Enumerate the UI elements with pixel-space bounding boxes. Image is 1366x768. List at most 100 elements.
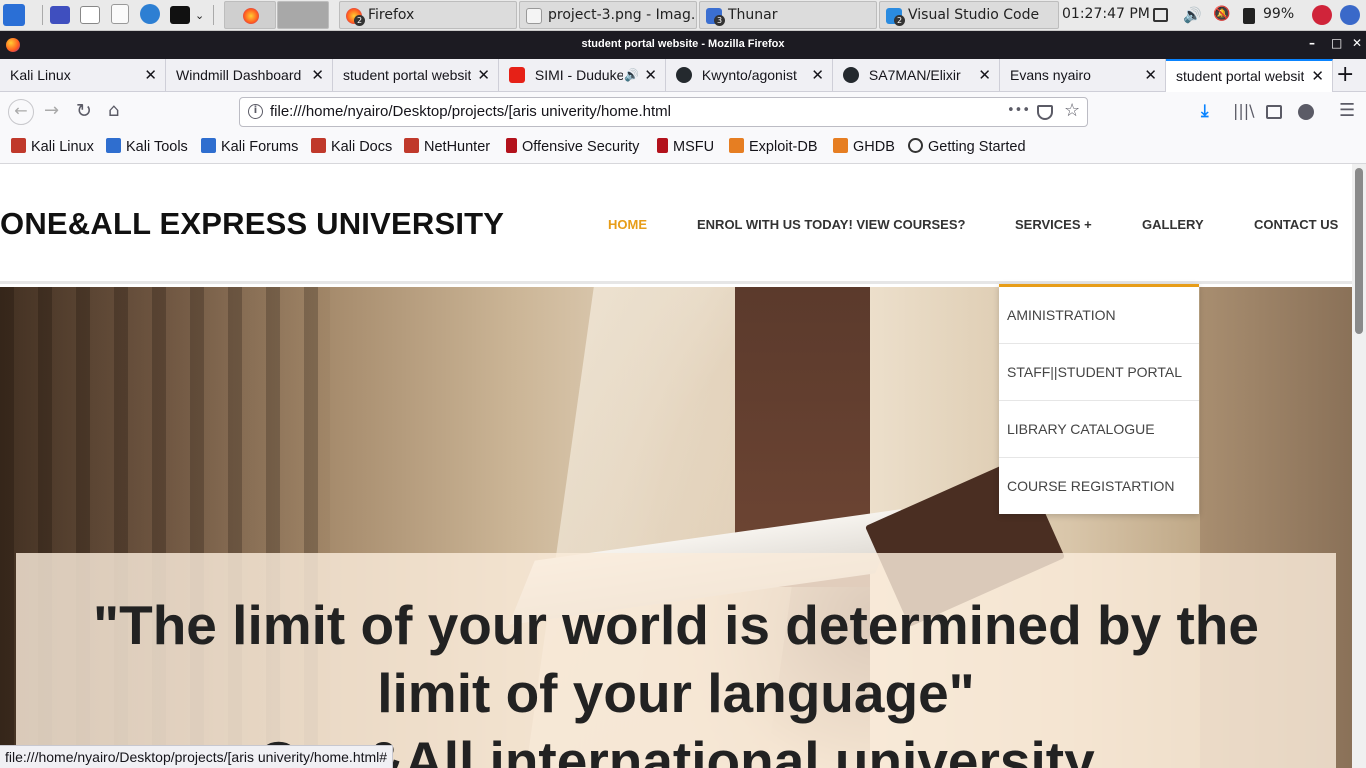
minimize-icon[interactable]: – (1309, 36, 1315, 50)
pocket-icon[interactable] (1037, 105, 1053, 120)
maximize-icon[interactable]: □ (1331, 36, 1342, 50)
file-manager-icon[interactable] (80, 6, 100, 24)
task-thunar[interactable]: 3 Thunar (699, 1, 877, 29)
bookmark-kali-forums[interactable]: Kali Forums (201, 138, 298, 155)
nav-home[interactable]: HOME (608, 217, 647, 232)
task-vscode[interactable]: 2 Visual Studio Code (879, 1, 1059, 29)
notifications-muted-icon[interactable]: 🔕 (1213, 6, 1231, 24)
logout-icon[interactable] (1340, 5, 1360, 25)
window-count-badge: 2 (894, 15, 905, 26)
nav-contact[interactable]: CONTACT US (1254, 217, 1338, 232)
page-scrollbar[interactable] (1352, 164, 1366, 768)
tab-label: Kwynto/agonist (701, 67, 797, 83)
bookmark-label: Getting Started (928, 139, 1026, 155)
library-icon[interactable]: |||\ (1233, 101, 1255, 120)
tab-youtube-simi[interactable]: SIMI - Duduke 🔊 ✕ (499, 59, 666, 92)
bookmark-label: Offensive Security (522, 139, 640, 155)
hamburger-menu-icon[interactable]: ☰ (1339, 100, 1355, 121)
dropdown-item-library[interactable]: LIBRARY CATALOGUE (999, 401, 1199, 458)
dropdown-item-course-registration[interactable]: COURSE REGISTARTION (999, 458, 1199, 515)
tab-label: Windmill Dashboard (176, 67, 302, 83)
bookmark-offensive-security[interactable]: Offensive Security (506, 138, 639, 155)
address-bar[interactable]: i file:///home/nyairo/Desktop/projects/[… (239, 97, 1088, 127)
bookmark-kali-docs[interactable]: Kali Docs (311, 138, 392, 155)
kali-menu-icon[interactable] (3, 4, 25, 26)
home-icon[interactable]: ⌂ (108, 100, 119, 122)
workspace-2[interactable] (277, 1, 329, 29)
lock-icon[interactable] (1312, 5, 1332, 25)
bookmark-msfu[interactable]: MSFU (657, 138, 714, 155)
tab-github-agonist[interactable]: Kwynto/agonist ✕ (666, 59, 833, 92)
info-icon[interactable]: i (248, 104, 263, 119)
audio-playing-icon[interactable]: 🔊 (624, 59, 639, 92)
chevron-down-icon[interactable]: ⌄ (195, 5, 204, 27)
url-text[interactable]: file:///home/nyairo/Desktop/projects/[ar… (270, 103, 671, 120)
text-editor-icon[interactable] (111, 4, 129, 24)
close-tab-icon[interactable]: ✕ (978, 59, 991, 92)
dropdown-item-administration[interactable]: AMINISTRATION (999, 287, 1199, 344)
kali-dragon-icon (404, 138, 419, 153)
page-viewport: ONE&ALL EXPRESS UNIVERSITY HOME ENROL WI… (0, 164, 1352, 768)
kali-dragon-icon (11, 138, 26, 153)
nav-enrol[interactable]: ENROL WITH US TODAY! VIEW COURSES? (697, 217, 965, 232)
close-tab-icon[interactable]: ✕ (1144, 59, 1157, 92)
tab-label: student portal website (1176, 68, 1304, 84)
extension-icon[interactable] (1298, 104, 1314, 120)
downloads-icon[interactable]: ⤓ (1201, 101, 1209, 121)
desktop-icon[interactable] (50, 6, 70, 24)
new-tab-button[interactable]: + (1336, 62, 1354, 87)
close-tab-icon[interactable]: ✕ (1311, 61, 1324, 92)
battery-percentage: 99% (1263, 6, 1295, 22)
bookmark-exploit-db[interactable]: Exploit-DB (729, 138, 818, 155)
workspace-1[interactable] (224, 1, 276, 29)
nav-services[interactable]: SERVICES + (1015, 217, 1092, 232)
close-tab-icon[interactable]: ✕ (311, 59, 324, 92)
nav-gallery[interactable]: GALLERY (1142, 217, 1204, 232)
close-icon[interactable]: ✕ (1352, 36, 1362, 50)
tab-student-portal-active[interactable]: student portal website ✕ (1166, 59, 1333, 92)
bookmark-star-icon[interactable]: ☆ (1064, 100, 1080, 121)
bookmark-label: Kali Tools (126, 139, 188, 155)
terminal-icon[interactable] (170, 6, 190, 24)
scrollbar-thumb[interactable] (1355, 168, 1363, 334)
close-tab-icon[interactable]: ✕ (644, 59, 657, 92)
battery-icon[interactable] (1243, 8, 1255, 24)
bookmark-ghdb[interactable]: GHDB (833, 138, 895, 155)
bookmark-getting-started[interactable]: Getting Started (908, 138, 1026, 155)
task-firefox[interactable]: 2 Firefox (339, 1, 517, 29)
tab-kali-linux[interactable]: Kali Linux ✕ (0, 59, 166, 92)
close-tab-icon[interactable]: ✕ (477, 59, 490, 92)
site-brand[interactable]: ONE&ALL EXPRESS UNIVERSITY (0, 206, 504, 242)
sidebar-icon[interactable] (1266, 105, 1282, 119)
quote-line: "The limit of your world is determined b… (93, 594, 1259, 656)
bookmark-label: Kali Forums (221, 139, 299, 155)
back-arrow-icon[interactable]: ← (8, 99, 34, 125)
clock[interactable]: 01:27:47 PM (1062, 6, 1150, 22)
taskbar-separator (42, 5, 43, 25)
tab-github-elixir[interactable]: SA7MAN/Elixir ✕ (833, 59, 1000, 92)
bookmark-label: MSFU (673, 139, 715, 155)
browser-globe-icon[interactable] (140, 4, 160, 24)
bookmark-kali-linux[interactable]: Kali Linux (11, 138, 94, 155)
reload-icon[interactable]: ↻ (76, 100, 92, 122)
bookmark-nethunter[interactable]: NetHunter (404, 138, 490, 155)
dropdown-item-portal[interactable]: STAFF||STUDENT PORTAL (999, 344, 1199, 401)
forward-arrow-icon[interactable]: → (44, 100, 59, 122)
task-image-viewer[interactable]: project-3.png - Imag... (519, 1, 697, 29)
page-actions-icon[interactable]: ••• (1007, 103, 1030, 118)
close-tab-icon[interactable]: ✕ (144, 59, 157, 92)
volume-icon[interactable]: 🔊 (1183, 6, 1202, 24)
window-titlebar: student portal website - Mozilla Firefox… (0, 31, 1366, 59)
hero-quote-box: "The limit of your world is determined b… (16, 553, 1336, 768)
tab-strip: Kali Linux ✕ Windmill Dashboard ✕ studen… (0, 59, 1366, 92)
tab-windmill-dashboard[interactable]: Windmill Dashboard ✕ (166, 59, 333, 92)
bookmark-kali-tools[interactable]: Kali Tools (106, 138, 188, 155)
bookmark-label: NetHunter (424, 139, 491, 155)
tab-evans-nyairo[interactable]: Evans nyairo ✕ (1000, 59, 1166, 92)
close-tab-icon[interactable]: ✕ (811, 59, 824, 92)
display-icon[interactable] (1153, 8, 1168, 22)
tab-label: SA7MAN/Elixir (868, 67, 961, 83)
tab-student-portal[interactable]: student portal website ✕ (333, 59, 499, 92)
taskbar-separator (213, 5, 214, 25)
tab-label: Evans nyairo (1010, 67, 1091, 83)
